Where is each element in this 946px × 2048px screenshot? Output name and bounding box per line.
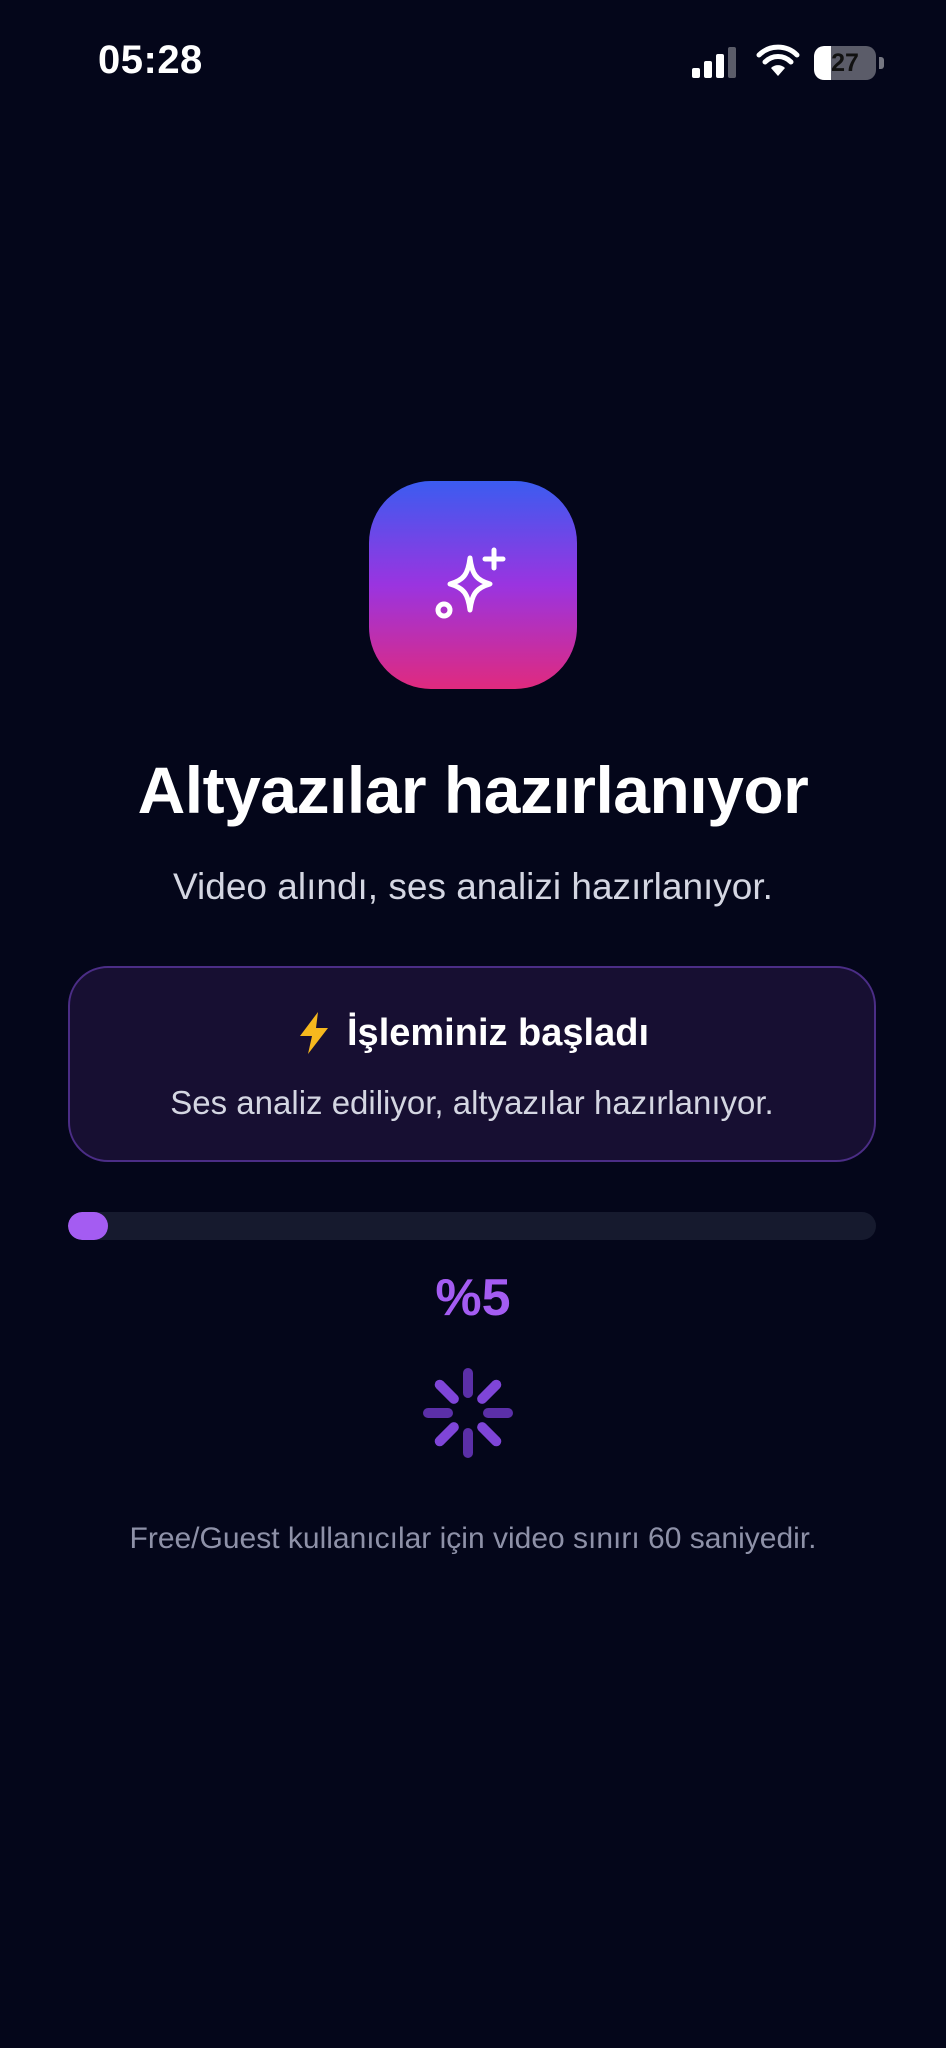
progress-fill xyxy=(68,1212,109,1240)
status-time: 05:28 xyxy=(98,38,203,82)
status-card-header: İşleminiz başladı xyxy=(70,1010,874,1056)
battery-level: 27 xyxy=(831,49,859,77)
spinner-icon xyxy=(423,1368,513,1458)
processing-screen: 05:28 27 Altyazılar hazırlanıyor Video a… xyxy=(0,0,946,2048)
signal-icon xyxy=(692,47,736,78)
spinner-spoke xyxy=(434,1379,459,1404)
battery-body: 27 xyxy=(814,46,876,80)
spinner-spoke xyxy=(434,1422,459,1447)
page-subtitle: Video alındı, ses analizi hazırlanıyor. xyxy=(173,866,773,907)
status-card-title: İşleminiz başladı xyxy=(347,1011,649,1054)
wifi-icon xyxy=(756,44,800,76)
status-card-text: Ses analiz ediliyor, altyazılar hazırlan… xyxy=(170,1084,774,1121)
spinner-spoke xyxy=(477,1379,502,1404)
app-icon xyxy=(369,481,577,689)
battery-icon: 27 xyxy=(814,46,884,80)
page-title: Altyazılar hazırlanıyor xyxy=(137,753,809,827)
sparkle-icon xyxy=(435,547,506,619)
lightning-bolt-icon xyxy=(300,1012,328,1054)
spinner-spoke xyxy=(477,1422,502,1447)
progress-percent: %5 xyxy=(435,1269,511,1327)
status-card: İşleminiz başladı Ses analiz ediliyor, a… xyxy=(68,966,876,1162)
battery-cap xyxy=(879,57,884,69)
status-bar: 05:28 27 xyxy=(0,0,946,130)
progress-bar xyxy=(68,1212,876,1240)
footer-note: Free/Guest kullanıcılar için video sınır… xyxy=(129,1522,817,1555)
